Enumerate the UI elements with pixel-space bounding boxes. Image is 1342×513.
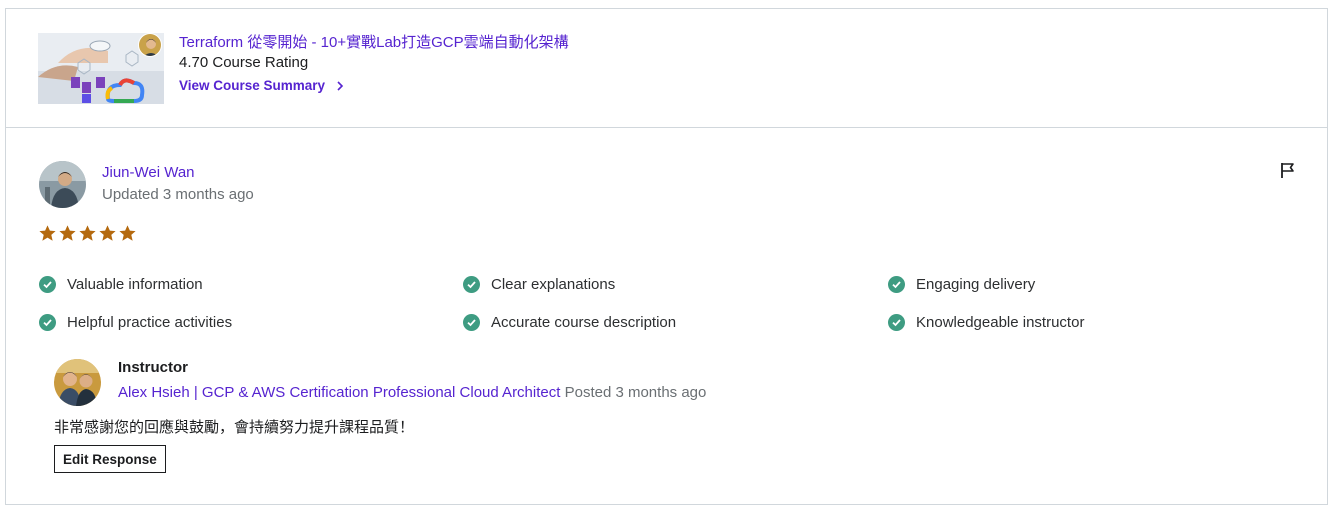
review-updated-date: Updated 3 months ago [102,186,254,203]
course-header: Terraform 從零開始 - 10+實戰Lab打造GCP雲端自動化架構 4.… [6,9,1327,128]
star-icon [39,225,56,241]
course-rating: 4.70 Course Rating [179,54,309,71]
review-tag: Knowledgeable instructor [888,314,1084,331]
review-tag: Clear explanations [463,276,615,293]
response-posted-date: Posted 3 months ago [564,384,707,401]
check-circle-icon [888,314,905,331]
check-circle-icon [463,314,480,331]
review-card: Terraform 從零開始 - 10+實戰Lab打造GCP雲端自動化架構 4.… [5,8,1328,505]
instructor-meta: Alex Hsieh | GCP & AWS Certification Pro… [118,384,706,401]
response-text: 非常感謝您的回應與鼓勵，會持續努力提升課程品質！ [54,419,415,436]
view-course-summary-link[interactable]: View Course Summary [179,78,345,93]
star-icon [99,225,116,241]
view-course-summary-label: View Course Summary [179,78,326,93]
review-tag-label: Helpful practice activities [67,314,233,331]
course-title-link[interactable]: Terraform 從零開始 - 10+實戰Lab打造GCP雲端自動化架構 [179,31,569,52]
star-icon [59,225,76,241]
check-circle-icon [39,314,56,331]
star-icon [79,225,96,241]
edit-response-button[interactable]: Edit Response [54,445,166,473]
course-instructor-avatar [138,33,162,57]
check-circle-icon [463,276,480,293]
review-tag-label: Clear explanations [491,276,616,293]
flag-icon[interactable] [1278,160,1298,180]
instructor-label: Instructor [118,359,189,376]
review-tag: Accurate course description [463,314,676,331]
review-tag: Helpful practice activities [39,314,232,331]
review-tag-label: Knowledgeable instructor [916,314,1085,331]
chevron-right-icon [337,80,344,91]
review-tag: Valuable information [39,276,203,293]
review-tag: Engaging delivery [888,276,1035,293]
check-circle-icon [39,276,56,293]
star-icon [119,225,136,241]
reviewer-avatar [39,161,86,208]
star-rating [38,224,137,243]
instructor-name-link[interactable]: Alex Hsieh | GCP & AWS Certification Pro… [118,384,560,401]
review-tag-label: Engaging delivery [916,276,1036,293]
reviewer-name-link[interactable]: Jiun-Wei Wan [102,164,195,181]
check-circle-icon [888,276,905,293]
instructor-response: Instructor Alex Hsieh | GCP & AWS Certif… [54,357,954,477]
review-tag-label: Accurate course description [491,314,677,331]
review-tag-label: Valuable information [67,276,203,293]
instructor-avatar [54,359,101,406]
